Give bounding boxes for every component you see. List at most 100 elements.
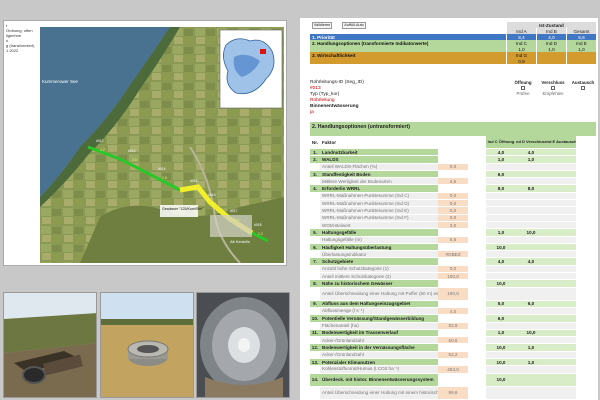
row-raw-value[interactable]: 100,0 — [438, 287, 468, 300]
flag-checkbox[interactable] — [581, 86, 585, 90]
segment-id-label[interactable]: #012 — [96, 139, 104, 143]
row-raw-value[interactable]: 92,9 — [438, 322, 468, 329]
flag-checkbox[interactable] — [551, 86, 555, 90]
aerial-map[interactable]: #012 4.2 #013 3.5 #014 2.8 #015 4.0 #016 3.1 #017 4… — [40, 27, 284, 263]
row-raw-value[interactable]: 100,0 — [438, 273, 468, 280]
row-raw-value[interactable] — [438, 229, 468, 235]
row-raw-value[interactable]: 0,0 — [438, 214, 468, 221]
row-ind-e — [546, 221, 576, 229]
row-raw-value[interactable]: 52,2 — [438, 351, 468, 359]
row-raw-value[interactable]: 453,0 — [438, 366, 468, 373]
row-raw-value[interactable] — [438, 185, 468, 191]
flag-title: Verschluss — [541, 80, 565, 85]
header-ind-e: Ind E Austausch — [546, 136, 576, 148]
table-row: 11. Bodenwertigkeit im Trassenverlauf 1,0 1… — [310, 329, 596, 338]
row-raw-value[interactable]: #GBEZ — [438, 251, 468, 258]
flag-checkbox[interactable] — [521, 86, 525, 90]
row-ind-c: 10,0 — [486, 359, 516, 366]
row-nr — [310, 308, 320, 314]
row-ind-e — [546, 156, 576, 163]
row-ind-e — [546, 315, 576, 322]
row-raw-value[interactable]: 0,0 — [438, 265, 468, 273]
row-ind-c — [486, 265, 516, 273]
row-raw-value[interactable] — [438, 330, 468, 336]
row-raw-value[interactable] — [438, 374, 468, 386]
row-nr: 1. — [310, 149, 320, 156]
row-raw-value[interactable]: 0,0 — [438, 192, 468, 200]
row-raw-value[interactable]: 5,6 — [438, 236, 468, 243]
row-raw-value[interactable]: 2,5 — [438, 178, 468, 185]
table-row: WRRL-Maßnahmen-Punktesumme (Ind E) 0,0 — [310, 207, 596, 215]
row-raw-value[interactable] — [438, 301, 468, 307]
table-row: Anteil Überschneidung einer Haltung mit … — [310, 287, 596, 301]
photo-pipe-trench[interactable] — [3, 292, 97, 398]
row-nr — [310, 237, 320, 243]
spreadsheet-panel: Validieren Auffüll-Auto Ist-Zustand Ind … — [300, 18, 598, 400]
row-ind-d: 1,0 — [516, 359, 546, 366]
row-factor: Überdeck. mit histor. Binnenentwässerung… — [320, 373, 438, 386]
row-nr — [310, 273, 320, 279]
row-ind-d — [516, 337, 546, 344]
segment-id-label[interactable]: #017 — [230, 209, 238, 213]
row-nr — [310, 387, 320, 399]
table-row: 10. Potentielle Vernässung/Standgewässerb… — [310, 315, 596, 323]
left-panel: t Ordnung, offen llgerinne s g (transformier… — [0, 0, 290, 400]
row-nr — [310, 288, 320, 300]
row-ind-d — [516, 315, 546, 322]
row-ind-e — [546, 192, 576, 200]
row-raw-value[interactable]: 4,0 — [438, 307, 468, 315]
row-raw-value[interactable] — [438, 156, 468, 162]
row-ind-c: 6,0 — [486, 170, 516, 178]
row-ind-d — [516, 366, 546, 373]
row-ind-c — [486, 351, 516, 359]
row-raw-value[interactable]: 0,0 — [438, 163, 468, 170]
segment-score-label: 2.2 — [258, 232, 263, 236]
row-raw-value[interactable]: 3,0 — [438, 221, 468, 229]
row-raw-value[interactable] — [438, 344, 468, 350]
row-raw-value[interactable] — [438, 359, 468, 365]
row-raw-value[interactable] — [438, 258, 468, 264]
row-raw-value[interactable]: 50,5 — [438, 337, 468, 344]
row-raw-value[interactable] — [438, 149, 468, 155]
table-row: 6. Häufigkeit Haltungsüberlastung 10,0 — [310, 243, 596, 252]
table-row: 13. Potenzialer Klimanutzen 10,0 1,0 — [310, 359, 596, 367]
row-nr: 10. — [310, 315, 320, 322]
row-nr: 4. — [310, 185, 320, 192]
segment-id-label[interactable]: #014 — [158, 167, 166, 171]
table-row: Flächenanteil (ha) 92,9 — [310, 322, 596, 330]
village-label: Alt Kentzlin — [230, 239, 250, 244]
row-raw-value[interactable]: 0,0 — [438, 200, 468, 207]
row-factor: WRRL-Maßnahmen-Punktesumme (Ind E) — [320, 207, 438, 214]
row-ind-e — [546, 251, 576, 258]
row-raw-value[interactable]: 99,6 — [438, 386, 468, 399]
row-ind-e — [546, 273, 576, 280]
row-ind-d — [516, 214, 546, 221]
table-row: WRRL-Maßnahmen-Punktesumme (Ind C) 0,0 — [310, 192, 596, 201]
channel-label: Gewässer "125/Kum/See" — [162, 207, 204, 211]
row-ind-d — [516, 192, 546, 200]
map-legend: t Ordnung, offen llgerinne s g (transformier… — [4, 21, 40, 265]
drainage-value: ja — [310, 110, 314, 115]
summary-row-label: 1. Priorität — [312, 34, 335, 40]
row-raw-value[interactable]: 0,0 — [438, 207, 468, 214]
row-ind-e — [546, 229, 576, 236]
summary-row: 0,9 — [310, 58, 596, 64]
row-factor: Abflussmenge (l s⁻¹) — [320, 307, 438, 315]
segment-id-label[interactable]: #015 — [190, 179, 198, 183]
row-ind-c — [486, 322, 516, 329]
row-raw-value[interactable] — [438, 315, 468, 321]
row-raw-value[interactable] — [438, 280, 468, 286]
photo-manhole-field[interactable] — [100, 292, 194, 398]
row-nr — [310, 178, 320, 184]
row-nr: 7. — [310, 258, 320, 265]
row-factor: Nähe zu historischem Gewässer — [320, 280, 438, 287]
row-factor: Haltungsgefälle (m) — [320, 236, 438, 243]
row-raw-value[interactable] — [438, 244, 468, 250]
segment-id-label[interactable]: #018 — [254, 223, 262, 227]
segment-id-label[interactable]: #016 — [208, 193, 216, 197]
segment-id-label[interactable]: #013 — [128, 149, 136, 153]
row-nr — [310, 164, 320, 170]
photo-culvert-tunnel[interactable] — [196, 292, 290, 398]
row-raw-value[interactable] — [438, 171, 468, 177]
row-factor: Überlastungsindikator — [320, 251, 438, 258]
